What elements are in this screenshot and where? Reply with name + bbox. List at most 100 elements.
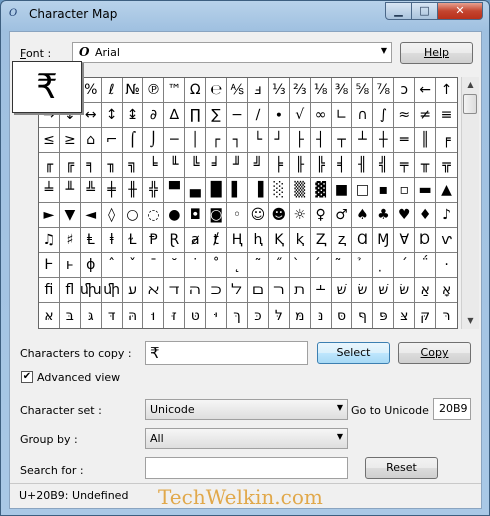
character-cell[interactable]: ﬤ [206, 278, 228, 303]
character-cell[interactable]: % [80, 78, 102, 103]
character-cell[interactable]: └ [247, 128, 269, 153]
character-cell[interactable]: שׁ [331, 278, 353, 303]
character-cell[interactable]: ╨ [59, 178, 81, 203]
character-cell[interactable]: ﬗ [80, 278, 102, 303]
character-cell[interactable]: ─ [164, 128, 186, 153]
character-cell[interactable]: אָ [436, 278, 457, 303]
character-cell[interactable]: ═ [394, 128, 416, 153]
character-cell[interactable]: Ɑ [352, 228, 374, 253]
character-cell[interactable]: ▌ [227, 178, 248, 203]
character-set-dropdown[interactable]: Unicode ▼ [145, 399, 348, 420]
character-cell[interactable]: ⅍ [227, 78, 248, 103]
character-cell[interactable]: ﬥ [227, 278, 248, 303]
character-cell[interactable]: שּׁ [373, 278, 395, 303]
character-cell[interactable]: ┘ [268, 128, 290, 153]
character-cell[interactable]: Ⱬ [310, 228, 332, 253]
scrollbar-thumb[interactable] [463, 94, 477, 114]
character-cell[interactable]: Ɽ [164, 228, 186, 253]
character-cell[interactable]: █ [206, 178, 228, 203]
character-cell[interactable]: ╬ [143, 178, 165, 203]
character-cell[interactable]: ♥ [394, 203, 416, 228]
character-cell[interactable]: ∏ [185, 103, 207, 128]
character-cell[interactable]: ˝ [268, 253, 290, 278]
character-cell[interactable]: ≤ [39, 128, 60, 153]
character-cell[interactable]: ╜ [227, 153, 248, 178]
character-cell[interactable]: ﬡ [143, 278, 165, 303]
character-cell[interactable]: ↨ [122, 103, 144, 128]
character-cell[interactable]: ℮ [206, 78, 228, 103]
character-cell[interactable]: ╚ [185, 153, 207, 178]
font-dropdown[interactable]: O Arial ▼ [72, 42, 392, 63]
character-cell[interactable]: ́ [310, 253, 332, 278]
minimize-button[interactable]: ▁ [385, 2, 412, 20]
character-cell[interactable]: ∙ [268, 103, 290, 128]
character-cell[interactable]: שׂ [352, 278, 374, 303]
character-cell[interactable]: ▪ [373, 178, 395, 203]
character-cell[interactable]: ╛ [206, 153, 228, 178]
reset-button[interactable]: Reset [365, 457, 438, 479]
character-cell[interactable]: ∑ [206, 103, 228, 128]
character-cell[interactable]: · [436, 253, 457, 278]
character-cell[interactable]: ˆ [101, 253, 123, 278]
character-cell[interactable]: ﬩ [310, 278, 332, 303]
character-cell[interactable]: ■ [331, 178, 353, 203]
character-cell[interactable]: ﬢ [164, 278, 186, 303]
character-cell[interactable]: ˛ [227, 253, 248, 278]
character-cell[interactable]: ﬦ [247, 278, 269, 303]
character-cell[interactable]: ▐ [247, 178, 269, 203]
character-cell[interactable]: ☻ [268, 203, 290, 228]
character-cell[interactable]: ♦ [415, 203, 437, 228]
characters-to-copy-field[interactable]: ₹ [145, 341, 308, 365]
character-cell[interactable]: ⱦ [206, 228, 228, 253]
character-cell[interactable]: ♠ [352, 203, 374, 228]
character-cell[interactable]: ∩ [352, 103, 374, 128]
character-cell[interactable]: ╕ [80, 153, 102, 178]
character-cell[interactable]: ○ [122, 203, 144, 228]
character-cell[interactable]: ♪ [436, 203, 457, 228]
character-cell[interactable]: Ⱨ [227, 228, 248, 253]
character-cell[interactable]: ⌠ [122, 128, 144, 153]
character-cell[interactable]: ˜ [247, 253, 269, 278]
character-cell[interactable]: ► [39, 203, 60, 228]
character-cell[interactable]: הּ [123, 303, 144, 328]
character-cell[interactable]: ∂ [143, 103, 165, 128]
character-cell[interactable]: ☺ [247, 203, 269, 228]
character-cell[interactable]: ╢ [352, 153, 374, 178]
character-cell[interactable]: ╝ [247, 153, 269, 178]
character-cell[interactable]: שּׂ [394, 278, 416, 303]
character-cell[interactable]: ℓ [101, 78, 123, 103]
character-cell[interactable]: לּ [269, 303, 290, 328]
character-cell[interactable]: יּ [206, 303, 228, 328]
character-cell[interactable]: ﬠ [122, 278, 144, 303]
character-cell[interactable]: ▓ [310, 178, 332, 203]
character-cell[interactable]: אַ [415, 278, 437, 303]
character-cell[interactable]: ╒ [436, 128, 457, 153]
character-cell[interactable]: ΅ [415, 253, 437, 278]
character-cell[interactable]: ⌂ [80, 128, 102, 153]
character-cell[interactable]: ◦ [227, 203, 248, 228]
character-cell[interactable]: ɸ [80, 253, 102, 278]
character-cell[interactable]: ˙ [185, 253, 207, 278]
character-cell[interactable]: וּ [143, 303, 165, 328]
character-cell[interactable]: ╞ [268, 153, 290, 178]
character-cell[interactable]: ♀ [310, 203, 332, 228]
character-cell[interactable]: ╩ [80, 178, 102, 203]
character-cell[interactable]: ▀ [164, 178, 186, 203]
character-cell[interactable]: ⌡ [143, 128, 165, 153]
select-button[interactable]: Select [317, 342, 390, 364]
character-cell[interactable]: ▲ [436, 178, 457, 203]
character-cell[interactable]: קּ [415, 303, 437, 328]
character-cell[interactable]: רּ [436, 303, 457, 328]
character-cell[interactable]: ≥ [59, 128, 81, 153]
character-cell[interactable]: ╡ [331, 153, 353, 178]
character-cell[interactable]: ☼ [289, 203, 311, 228]
character-cell[interactable]: Ω [185, 78, 207, 103]
character-cell[interactable]: כּ [248, 303, 269, 328]
title-bar[interactable]: O Character Map ▁ □ ✕ [1, 1, 489, 27]
character-cell[interactable]: נּ [311, 303, 332, 328]
character-cell[interactable]: פּ [373, 303, 395, 328]
character-cell[interactable]: ∆ [164, 103, 186, 128]
character-cell[interactable]: ┤ [310, 128, 332, 153]
character-cell[interactable]: ╖ [101, 153, 123, 178]
maximize-button[interactable]: □ [411, 2, 438, 20]
